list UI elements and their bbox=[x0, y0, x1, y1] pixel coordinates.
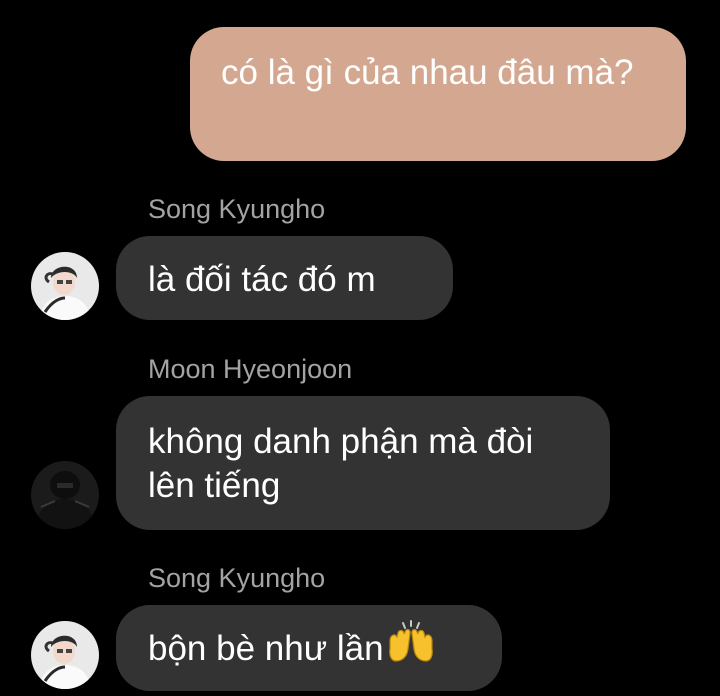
user-avatar-icon bbox=[31, 621, 99, 689]
incoming-message-bubble[interactable]: bộn bè như lần bbox=[116, 605, 502, 691]
user-avatar-icon bbox=[31, 252, 99, 320]
message-text: không danh phận mà đòi lên tiếng bbox=[148, 422, 534, 505]
message-text: là đối tác đó m bbox=[148, 260, 376, 299]
sender-name: Moon Hyeonjoon bbox=[148, 354, 353, 384]
raising-hands-emoji-icon bbox=[386, 619, 436, 674]
sender-avatar[interactable] bbox=[31, 621, 99, 689]
message-text: bộn bè như lần bbox=[148, 629, 384, 668]
sender-avatar[interactable] bbox=[31, 252, 99, 320]
sender-name: Song Kyungho bbox=[148, 194, 326, 224]
incoming-message-bubble[interactable]: không danh phận mà đòi lên tiếng bbox=[116, 396, 610, 530]
user-avatar-icon bbox=[31, 461, 99, 529]
sender-name: Song Kyungho bbox=[148, 563, 326, 593]
sender-avatar[interactable] bbox=[31, 461, 99, 529]
outgoing-message-bubble[interactable]: có là gì của nhau đâu mà? bbox=[190, 27, 686, 161]
incoming-message-bubble[interactable]: là đối tác đó m bbox=[116, 236, 453, 320]
message-text: có là gì của nhau đâu mà? bbox=[221, 53, 634, 92]
